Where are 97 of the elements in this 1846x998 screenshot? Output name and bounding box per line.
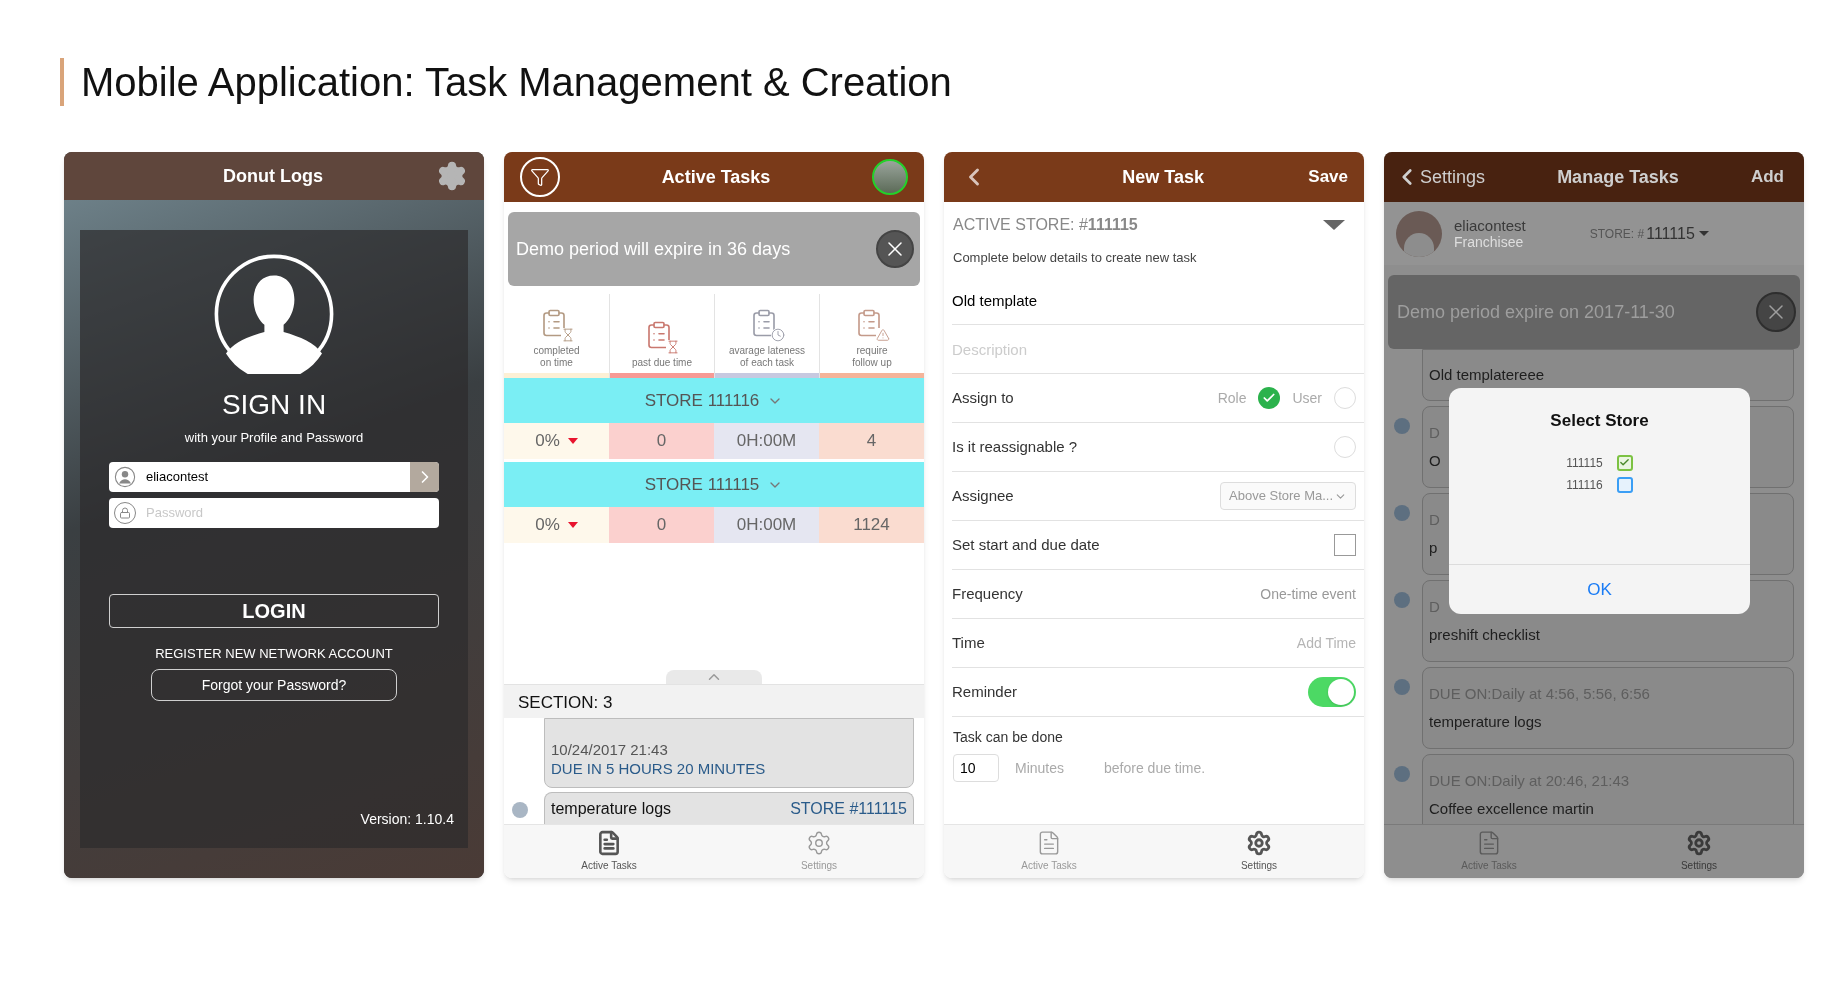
- ok-button[interactable]: OK: [1449, 564, 1750, 614]
- settings-icon: [1246, 830, 1272, 856]
- register-link[interactable]: REGISTER NEW NETWORK ACCOUNT: [155, 643, 393, 663]
- dropdown-triangle-icon[interactable]: [1323, 220, 1345, 230]
- settings-icon[interactable]: [436, 160, 468, 192]
- tab-item[interactable]: Settings: [714, 825, 924, 878]
- field-label: Set start and due date: [952, 534, 1100, 555]
- store-header[interactable]: STORE 111115: [504, 462, 924, 507]
- back-button[interactable]: Settings: [1394, 163, 1486, 191]
- minutes-field[interactable]: 10: [953, 754, 999, 782]
- header-title: New Task: [1121, 165, 1204, 189]
- store-checkbox[interactable]: [1616, 454, 1633, 471]
- store-option-label: 111116: [1566, 476, 1603, 494]
- filter-button[interactable]: [520, 157, 560, 197]
- username-input[interactable]: eliacontest: [136, 466, 410, 487]
- field-label: Reminder: [952, 681, 1018, 702]
- field-label: Time: [952, 632, 985, 653]
- field-label: Assignee: [952, 485, 1014, 506]
- stat-cell: 0: [609, 423, 714, 459]
- field-label: Frequency: [952, 583, 1023, 604]
- option-label: Role: [1217, 388, 1247, 408]
- profile-role: Franchisee: [1454, 233, 1525, 250]
- stat-cell: 0H:00M: [714, 507, 819, 543]
- stat-cell: 4: [819, 423, 924, 459]
- header-title: Manage Tasks: [1557, 165, 1679, 189]
- sign-in-heading: SIGN IN: [221, 388, 327, 422]
- active-store-label: ACTIVE STORE: #111115: [953, 215, 1138, 235]
- header-title: Donut Logs: [223, 164, 323, 188]
- tab-item[interactable]: Settings: [1154, 825, 1364, 878]
- task-name: p: [1429, 539, 1438, 557]
- banner-text: Demo period expire on 2017-11-30: [1397, 300, 1675, 324]
- checkmark-icon: [1262, 391, 1277, 405]
- metric-label: require follow up: [852, 345, 892, 369]
- task-name: preshift checklist: [1429, 626, 1540, 644]
- checkbox[interactable]: [1334, 534, 1356, 556]
- field-label: Is it reassignable ?: [952, 436, 1078, 457]
- filter-icon: [530, 167, 550, 187]
- task-store: STORE #111115: [790, 798, 907, 819]
- metric-label: past due time: [631, 357, 692, 369]
- task-due: DUE IN 5 HOURS 20 MINUTES: [551, 759, 767, 779]
- option-label: User: [1292, 388, 1322, 408]
- save-button[interactable]: Save: [1308, 164, 1348, 190]
- stat-cell: 0%: [504, 507, 609, 543]
- stat-cell: 1124: [819, 507, 924, 543]
- tab-item[interactable]: Active Tasks: [944, 825, 1154, 878]
- task-name: Coffee excellence martin: [1429, 800, 1594, 818]
- store-checkbox[interactable]: [1616, 476, 1633, 493]
- metric-label: avarage lateness of each task: [728, 345, 806, 369]
- task-card[interactable]: temperature logs STORE #111115: [544, 792, 914, 824]
- suffix-label: before due time.: [1104, 758, 1206, 778]
- close-button[interactable]: [1756, 292, 1796, 332]
- section-header: SECTION: 3: [504, 684, 924, 718]
- tab-item[interactable]: Settings: [1594, 825, 1804, 878]
- avatar-silhouette-icon: [214, 254, 334, 374]
- avatar-silhouette-icon: [1396, 210, 1442, 257]
- checkmark-icon: [1619, 457, 1631, 468]
- username-field[interactable]: eliacontest: [109, 461, 439, 492]
- task-name: Old templatereee: [1429, 366, 1545, 384]
- profile-photo-placeholder[interactable]: [872, 159, 908, 195]
- field-value[interactable]: One-time event: [1260, 583, 1356, 605]
- stat-cell: 0%: [504, 423, 609, 459]
- text-field[interactable]: Old template: [952, 276, 1356, 324]
- login-button[interactable]: LOGIN: [109, 593, 439, 628]
- field-label: Assign to: [952, 387, 1014, 408]
- unit-label: Minutes: [1015, 758, 1065, 778]
- task-card[interactable]: 10/24/2017 21:43 DUE IN 5 HOURS 20 MINUTES: [544, 718, 914, 788]
- task-name: temperature logs: [1429, 713, 1542, 731]
- document-icon: [596, 830, 622, 856]
- dialog-title: Select Store: [1549, 410, 1650, 432]
- metric-label: completed on time: [533, 345, 580, 369]
- dropdown-triangle-icon: [1698, 231, 1709, 236]
- add-button[interactable]: Add: [1750, 164, 1794, 190]
- profile-name: eliacontest: [1454, 217, 1526, 234]
- close-button[interactable]: [876, 230, 914, 268]
- settings-icon: [806, 830, 832, 856]
- task-name: O: [1429, 452, 1441, 470]
- version-label: Version: 1.10.4: [360, 810, 455, 829]
- banner-text: Demo period will expire in 36 days: [516, 237, 791, 261]
- store-header[interactable]: STORE 111116: [504, 378, 924, 423]
- toggle-switch[interactable]: [1308, 677, 1356, 707]
- header-title: Active Tasks: [661, 165, 771, 189]
- instruction-text: Complete below details to create new task: [952, 249, 1198, 267]
- store-selector[interactable]: STORE: #111115: [1589, 221, 1709, 246]
- done-before-label: Task can be done: [953, 728, 1064, 747]
- page-title: Mobile Application: Task Management & Creation: [81, 59, 952, 106]
- assignee-dropdown[interactable]: Above Store Ma...: [1220, 482, 1356, 510]
- settings-icon: [1686, 830, 1712, 856]
- store-option-label: 111115: [1566, 454, 1603, 472]
- forgot-password-button[interactable]: Forgot your Password?: [151, 669, 397, 701]
- stat-cell: 0H:00M: [714, 423, 819, 459]
- user-icon: [114, 465, 136, 488]
- stat-cell: 0: [609, 507, 714, 543]
- task-name: temperature logs: [551, 798, 672, 819]
- tab-item[interactable]: Active Tasks: [504, 825, 714, 878]
- sign-in-subtitle: with your Profile and Password: [184, 429, 364, 447]
- task-date: 10/24/2017 21:43: [551, 741, 669, 759]
- next-arrow-button[interactable]: [410, 461, 439, 492]
